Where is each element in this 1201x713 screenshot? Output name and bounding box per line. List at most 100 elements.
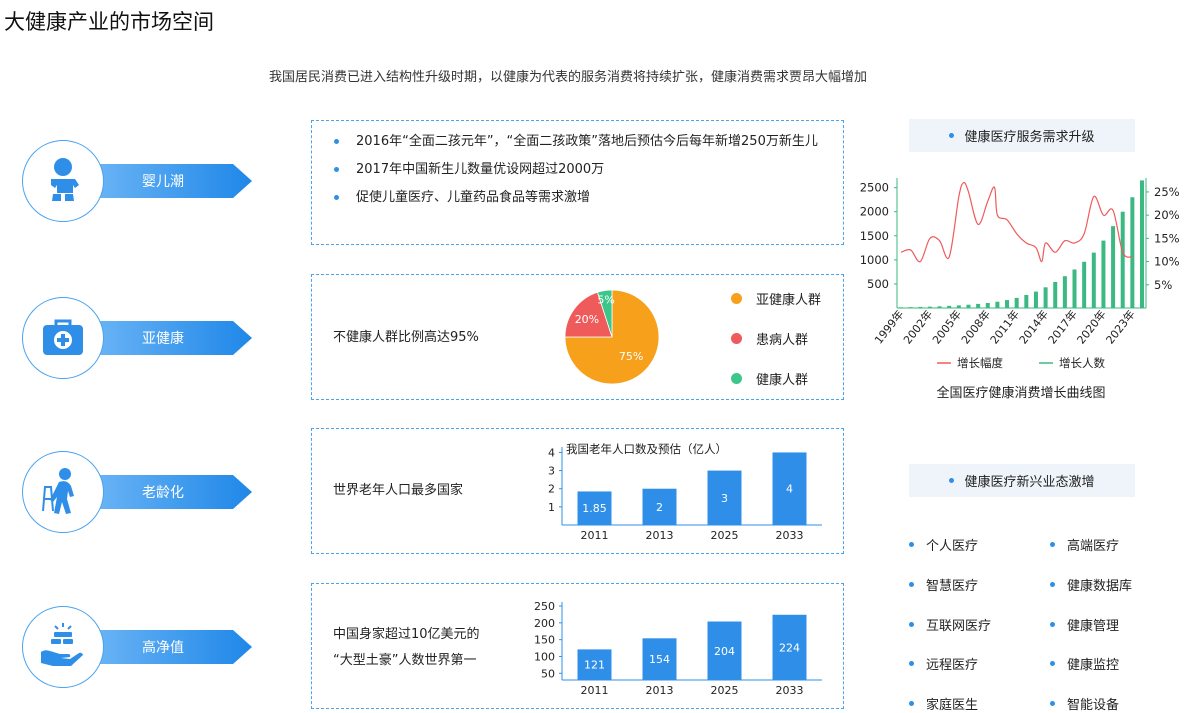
y-tick-label: 2 <box>548 483 555 496</box>
x-tick-label: 2025 <box>711 684 739 697</box>
legend-label: 增长人数 <box>1059 356 1105 370</box>
bar <box>927 306 932 308</box>
bar <box>899 307 903 308</box>
page-title: 大健康产业的市场空间 <box>4 10 214 34</box>
legend-label: 增长幅度 <box>957 356 1003 370</box>
y-tick-label: 150 <box>534 634 555 647</box>
list-item: 互联网医疗 <box>909 615 991 634</box>
bar <box>1014 297 1019 308</box>
list-item: 2016年“全面二孩元年”，“全面二孩政策”落地后预估今后每年新增250万新生儿 <box>334 129 831 154</box>
bar <box>947 305 952 308</box>
bar <box>1120 211 1125 308</box>
x-tick-label: 2017年 <box>1045 307 1080 346</box>
x-tick-label: 2023年 <box>1103 307 1138 346</box>
bar <box>1072 269 1077 308</box>
bar <box>966 304 971 308</box>
y-tick-label-left: 2500 <box>860 181 889 195</box>
bar <box>956 305 961 308</box>
list-item: 智能设备 <box>1050 694 1119 713</box>
aging-panel: 世界老年人口最多国家 我国老年人口数及预估（亿人） 1 2 3 4 1.85 2011 2 20… <box>311 428 844 554</box>
y-tick-label: 100 <box>534 650 555 663</box>
bar <box>908 307 913 308</box>
bar <box>985 302 990 308</box>
baby-icon <box>51 158 79 201</box>
x-tick-label: 2013 <box>646 684 674 697</box>
baby-boom-panel: 2016年“全面二孩元年”，“全面二孩政策”落地后预估今后每年新增250万新生儿… <box>311 120 844 245</box>
legend-swatch <box>731 293 742 304</box>
wealth-text-line2: “大型土豪”人数世界第一 <box>333 653 477 668</box>
list-item: 个人医疗 <box>909 535 978 554</box>
medical-kit-icon <box>43 319 83 355</box>
bar <box>976 303 981 308</box>
y-tick-label: 250 <box>534 600 555 613</box>
list-item: 促使儿童医疗、儿童药品食品等需求激增 <box>334 185 831 210</box>
pie-value-label: 75% <box>619 350 643 363</box>
list-item: 健康监控 <box>1050 654 1119 673</box>
legend-swatch <box>731 373 742 384</box>
list-item: 高端医疗 <box>1050 535 1119 554</box>
y-tick-label-right: 25% <box>1154 185 1180 199</box>
bar-value-label: 204 <box>714 645 735 658</box>
category-circle-baby-boom <box>22 140 104 222</box>
subhealth-pie-chart: 75% 20% 5% <box>564 289 660 385</box>
category-label-baby-boom: 婴儿潮 <box>94 164 252 198</box>
category-label-text: 老龄化 <box>142 485 184 501</box>
x-tick-label: 2002年 <box>900 307 935 346</box>
wealth-panel: 中国身家超过10亿美元的 “大型土豪”人数世界第一 50 100 150 200 250… <box>311 583 844 709</box>
industry-header-text: 健康医疗新兴业态激增 <box>964 475 1095 490</box>
bullet-dot <box>949 133 955 138</box>
money-hand-icon <box>41 623 83 666</box>
bar-value-label: 3 <box>721 492 728 505</box>
bar <box>1140 180 1144 308</box>
y-tick-label-right: 5% <box>1154 278 1172 292</box>
elderly-population-bar-chart: 我国老年人口数及预估（亿人） 1 2 3 4 1.85 2011 2 2013 3 2025 4 203… <box>548 442 822 542</box>
demand-header-text: 健康医疗服务需求升级 <box>964 130 1095 145</box>
x-tick-label: 2025 <box>711 529 739 542</box>
list-item: 健康数据库 <box>1050 575 1132 594</box>
list-item: 健康管理 <box>1050 615 1119 634</box>
y-tick-label-right: 20% <box>1154 208 1180 222</box>
legend-swatch <box>731 333 742 344</box>
legend-item-healthy: 健康人群 <box>731 369 808 388</box>
subhealth-panel: 不健康人群比例高达95% 75% 20% 5% 亚健康人群 患病人群 健康人群 <box>311 274 844 400</box>
pie-value-label: 5% <box>597 293 614 306</box>
bar <box>1091 252 1096 308</box>
x-tick-label: 2011年 <box>987 307 1022 346</box>
bar <box>1005 300 1010 308</box>
bar-value-label: 2 <box>656 501 663 514</box>
page-subtitle: 我国居民消费已进入结构性升级时期，以健康为代表的服务消费将持续扩张，健康消费需求… <box>268 70 867 85</box>
y-tick-label: 4 <box>548 446 555 459</box>
list-item: 智慧医疗 <box>909 575 978 594</box>
health-consumption-line-chart: 50010001500200025005%10%15%20%25%1999年20… <box>860 178 1180 370</box>
category-label-text: 亚健康 <box>142 331 184 347</box>
list-item: 2017年中国新生儿数量优设网超过2000万 <box>334 157 831 182</box>
bar-value-label: 224 <box>779 641 800 654</box>
y-tick-label-left: 1000 <box>860 253 889 267</box>
legend-label: 患病人群 <box>756 333 809 348</box>
line-chart-caption: 全国医疗健康消费增长曲线图 <box>936 386 1106 401</box>
y-tick-label-right: 10% <box>1154 255 1180 269</box>
legend-item-sick: 患病人群 <box>731 329 808 348</box>
x-tick-label: 2008年 <box>958 307 993 346</box>
category-label-wealth: 高净值 <box>94 630 252 664</box>
y-tick-label: 50 <box>541 667 555 680</box>
bar-value-label: 121 <box>584 659 605 672</box>
x-tick-label: 2033 <box>776 529 804 542</box>
bar <box>1111 226 1116 308</box>
category-label-aging: 老龄化 <box>94 475 252 509</box>
legend-label: 健康人群 <box>756 373 809 388</box>
y-tick-label: 200 <box>534 617 555 630</box>
bar <box>918 306 923 308</box>
x-tick-label: 2011 <box>581 684 609 697</box>
bullet-dot <box>949 478 955 483</box>
list-item: 家庭医生 <box>909 694 978 713</box>
category-label-text: 高净值 <box>142 640 184 656</box>
y-tick-label-right: 15% <box>1154 231 1180 245</box>
legend-item-subhealthy: 亚健康人群 <box>731 289 821 308</box>
aging-text: 世界老年人口最多国家 <box>333 483 464 498</box>
bar-value-label: 4 <box>786 483 793 496</box>
bar <box>1043 287 1048 308</box>
demand-header: 健康医疗服务需求升级 <box>909 119 1135 152</box>
bar <box>995 301 1000 308</box>
x-tick-label: 2013 <box>646 529 674 542</box>
